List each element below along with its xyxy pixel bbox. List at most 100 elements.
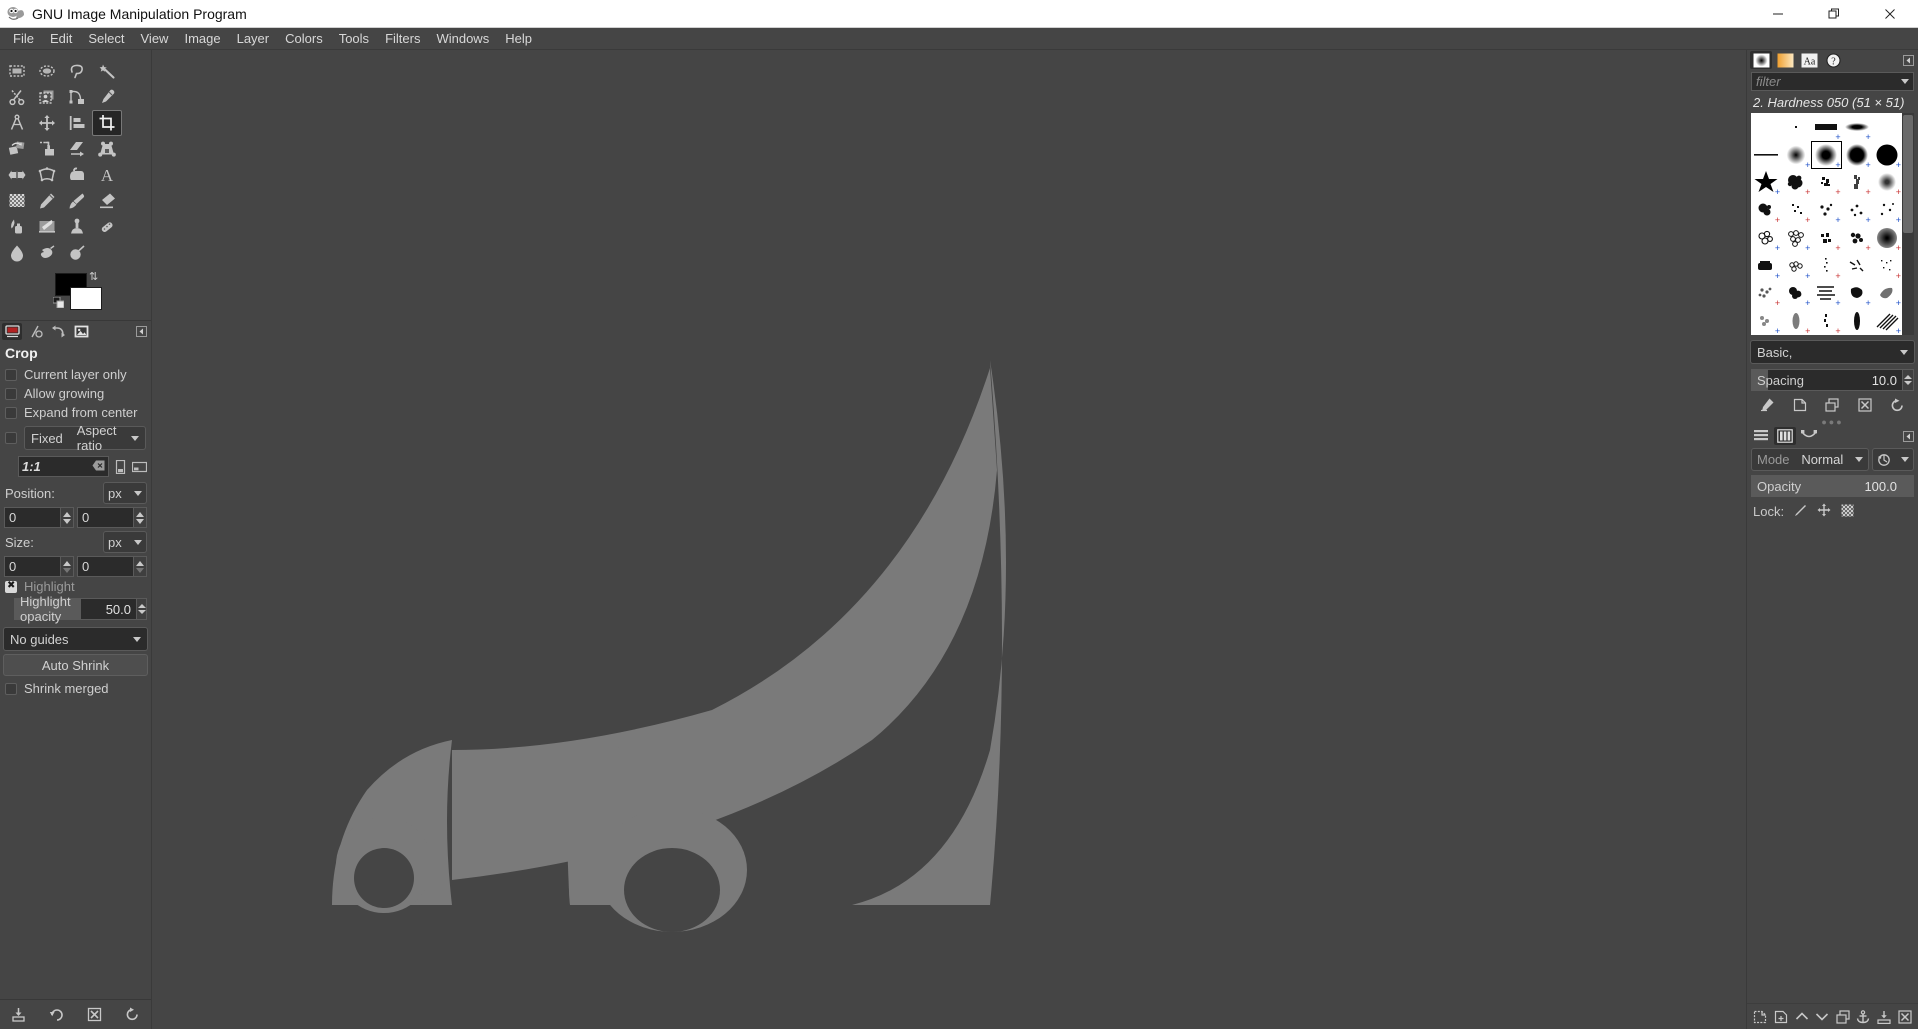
position-x-input[interactable]: 0 bbox=[4, 507, 74, 528]
brush-cell[interactable]: + bbox=[1872, 196, 1902, 224]
shrink-merged-row[interactable]: Shrink merged bbox=[0, 679, 151, 698]
layer-mode-select[interactable]: Mode Normal bbox=[1751, 448, 1869, 471]
landscape-ratio-button[interactable] bbox=[131, 458, 147, 476]
delete-layer-icon[interactable] bbox=[1894, 1007, 1915, 1027]
brush-cell[interactable]: + bbox=[1751, 307, 1781, 335]
clone-tool[interactable] bbox=[62, 214, 92, 240]
brush-cell[interactable]: + bbox=[1872, 141, 1902, 169]
layer-opacity-slider[interactable]: Opacity 100.0 bbox=[1751, 475, 1914, 497]
reset-tool-options-icon[interactable] bbox=[121, 1005, 143, 1025]
menu-file[interactable]: File bbox=[5, 29, 42, 49]
dock-resize-grip[interactable]: ●●● bbox=[1747, 417, 1918, 427]
gradient-tool[interactable] bbox=[2, 188, 32, 214]
allow-growing-checkbox[interactable] bbox=[5, 387, 17, 400]
highlight-opacity-stepper[interactable] bbox=[136, 599, 146, 619]
color-picker-tool[interactable] bbox=[92, 84, 122, 110]
position-x-stepper[interactable] bbox=[60, 508, 73, 527]
reset-colors-icon[interactable] bbox=[52, 296, 65, 309]
brush-cell[interactable] bbox=[1842, 252, 1872, 280]
brush-cell[interactable]: + bbox=[1751, 224, 1781, 252]
position-y-stepper[interactable] bbox=[133, 508, 146, 527]
rotate-tool[interactable] bbox=[2, 136, 32, 162]
brush-cell[interactable]: + bbox=[1811, 169, 1841, 196]
brush-tag-select[interactable]: Basic, bbox=[1750, 340, 1915, 364]
edit-brush-icon[interactable] bbox=[1756, 395, 1778, 415]
layer-mode-options-button[interactable] bbox=[1872, 448, 1914, 471]
expand-from-center-row[interactable]: Expand from center bbox=[0, 403, 151, 422]
menu-tools[interactable]: Tools bbox=[331, 29, 377, 49]
rect-select-tool[interactable] bbox=[2, 58, 32, 84]
scissors-select-tool[interactable] bbox=[2, 84, 32, 110]
canvas-area[interactable] bbox=[152, 50, 1746, 1029]
tool-options-tab[interactable] bbox=[2, 322, 22, 340]
paintbrush-tool[interactable] bbox=[62, 188, 92, 214]
chevron-down-icon[interactable] bbox=[1901, 79, 1909, 84]
duplicate-layer-icon[interactable] bbox=[1833, 1007, 1854, 1027]
delete-tool-preset-icon[interactable] bbox=[83, 1005, 105, 1025]
fixed-checkbox[interactable] bbox=[5, 432, 17, 444]
new-layer-icon[interactable] bbox=[1750, 1007, 1771, 1027]
brush-cell[interactable]: + bbox=[1842, 169, 1872, 196]
brushes-tab[interactable] bbox=[1750, 51, 1772, 69]
guides-select[interactable]: No guides bbox=[3, 627, 148, 651]
images-tab[interactable] bbox=[71, 323, 91, 340]
refresh-brushes-icon[interactable] bbox=[1887, 395, 1909, 415]
lock-position-icon[interactable] bbox=[1817, 503, 1831, 520]
perspective-tool[interactable] bbox=[92, 136, 122, 162]
menu-image[interactable]: Image bbox=[176, 29, 228, 49]
brush-cell[interactable]: + bbox=[1751, 252, 1781, 280]
brush-cell[interactable]: + bbox=[1811, 252, 1841, 280]
swap-colors-icon[interactable]: ⇅ bbox=[89, 270, 98, 283]
brush-cell[interactable]: + bbox=[1842, 113, 1872, 141]
restore-tool-preset-icon[interactable] bbox=[46, 1005, 68, 1025]
brush-cell[interactable]: + bbox=[1842, 280, 1872, 307]
measure-tool[interactable] bbox=[2, 110, 32, 136]
current-layer-only-checkbox[interactable] bbox=[5, 368, 17, 381]
menu-help[interactable]: Help bbox=[497, 29, 540, 49]
auto-shrink-button[interactable]: Auto Shrink bbox=[3, 654, 148, 676]
new-layer-group-icon[interactable] bbox=[1771, 1007, 1792, 1027]
brush-cell[interactable] bbox=[1872, 113, 1902, 141]
brush-cell[interactable]: + bbox=[1872, 169, 1902, 196]
size-width-input[interactable]: 0 bbox=[4, 556, 74, 577]
brush-cell[interactable]: + bbox=[1781, 196, 1811, 224]
brush-spacing-slider[interactable]: Spacing 10.0 bbox=[1751, 369, 1914, 391]
size-height-input[interactable]: 0 bbox=[77, 556, 147, 577]
brush-filter-input[interactable]: filter bbox=[1751, 72, 1914, 91]
scale-tool[interactable] bbox=[32, 136, 62, 162]
anchor-layer-icon[interactable] bbox=[1853, 1007, 1874, 1027]
brush-cell[interactable] bbox=[1781, 113, 1811, 141]
brush-cell[interactable]: + bbox=[1872, 224, 1902, 252]
brush-cell[interactable]: + bbox=[1751, 196, 1781, 224]
brush-cell-selected[interactable]: + bbox=[1811, 140, 1842, 169]
shear-tool[interactable] bbox=[62, 136, 92, 162]
expand-from-center-checkbox[interactable] bbox=[5, 406, 17, 419]
menu-filters[interactable]: Filters bbox=[377, 29, 428, 49]
alignment-tool[interactable] bbox=[62, 110, 92, 136]
menu-colors[interactable]: Colors bbox=[277, 29, 331, 49]
flip-tool[interactable] bbox=[2, 162, 32, 188]
position-y-input[interactable]: 0 bbox=[77, 507, 147, 528]
brush-cell[interactable]: + bbox=[1811, 224, 1841, 252]
gradients-tab[interactable] bbox=[1774, 51, 1796, 69]
merge-down-icon[interactable] bbox=[1874, 1007, 1895, 1027]
aspect-ratio-input[interactable]: 1:1 bbox=[18, 456, 109, 477]
channels-tab[interactable] bbox=[1774, 427, 1796, 445]
allow-growing-row[interactable]: Allow growing bbox=[0, 384, 151, 403]
brush-cell[interactable]: + bbox=[1781, 141, 1811, 169]
brush-cell[interactable]: + bbox=[1872, 280, 1902, 307]
brush-cell[interactable]: + bbox=[1872, 307, 1902, 335]
brush-cell[interactable]: + bbox=[1781, 169, 1811, 196]
menu-view[interactable]: View bbox=[133, 29, 177, 49]
close-button[interactable] bbox=[1862, 0, 1918, 28]
size-unit-select[interactable]: px bbox=[103, 531, 147, 553]
heal-tool[interactable] bbox=[92, 214, 122, 240]
portrait-ratio-button[interactable] bbox=[112, 458, 128, 476]
cage-transform-tool[interactable] bbox=[32, 162, 62, 188]
position-unit-select[interactable]: px bbox=[103, 482, 147, 504]
smudge-tool[interactable] bbox=[32, 240, 62, 266]
new-brush-icon[interactable] bbox=[1789, 395, 1811, 415]
fonts-tab[interactable]: Aa bbox=[1798, 51, 1820, 69]
paths-tab[interactable] bbox=[1798, 427, 1820, 445]
current-layer-only-row[interactable]: Current layer only bbox=[0, 365, 151, 384]
